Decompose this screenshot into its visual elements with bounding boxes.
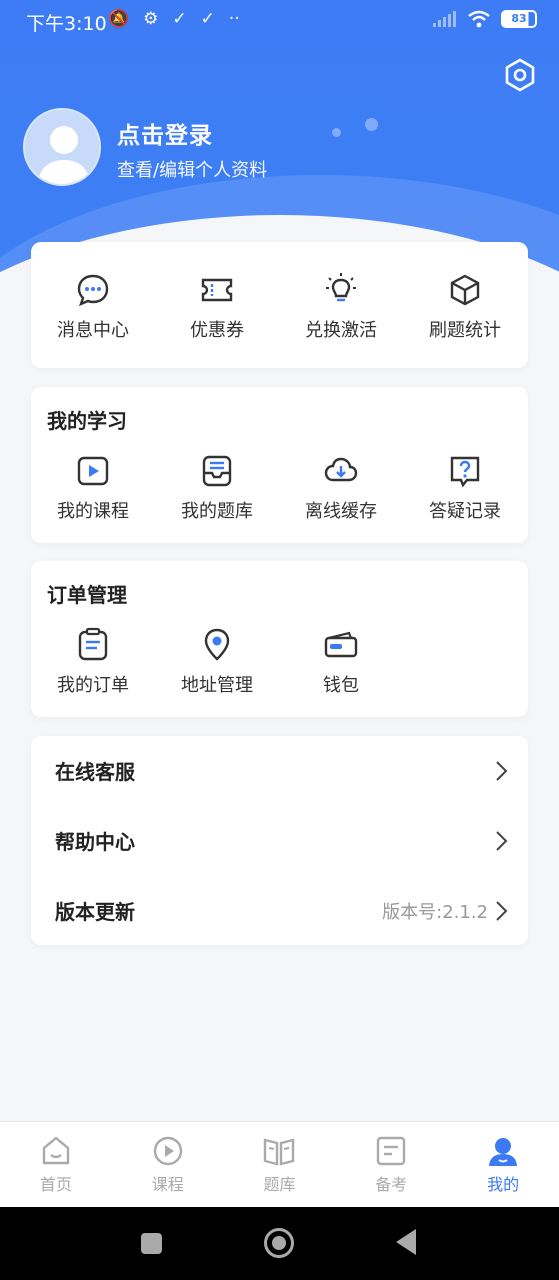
edit-profile-link[interactable]: 查看/编辑个人资料 (117, 156, 267, 182)
bottom-tab-bar: 首页 课程 题库 备考 我的 (0, 1121, 559, 1207)
status-time: 下午3:10 (26, 13, 107, 35)
study-item-label: 离线缓存 (305, 501, 377, 522)
orders-card: 订单管理 我的订单 地址管理 钱包 (31, 561, 528, 717)
signal-icon (433, 11, 456, 27)
tab-label: 课程 (151, 1175, 184, 1194)
gear-small-icon: ⚙ (143, 9, 159, 29)
orders-my-orders[interactable]: 我的订单 (31, 627, 155, 697)
order-item-label: 地址管理 (181, 675, 253, 696)
section-title: 订单管理 (47, 583, 127, 607)
orders-grid: 我的订单 地址管理 钱包 (31, 627, 528, 697)
quick-action-coupons[interactable]: 优惠券 (155, 272, 279, 342)
tab-question-bank[interactable]: 题库 (224, 1122, 336, 1207)
menu-list-card: 在线客服 帮助中心 版本更新 版本号:2.1.2 (31, 736, 528, 945)
menu-row-label: 版本更新 (55, 900, 135, 924)
study-item-label: 答疑记录 (429, 501, 501, 522)
quick-action-redeem[interactable]: 兑换激活 (279, 272, 403, 342)
study-item-label: 我的课程 (57, 501, 129, 522)
login-title[interactable]: 点击登录 (117, 116, 213, 150)
home-icon (42, 1136, 70, 1165)
lightbulb-icon (326, 273, 356, 302)
orders-address-management[interactable]: 地址管理 (155, 627, 279, 697)
cube-icon (450, 274, 480, 306)
decoration-dot (365, 118, 378, 131)
play-icon (77, 456, 109, 486)
avatar[interactable] (23, 108, 101, 186)
location-icon (204, 628, 230, 661)
order-item-label: 钱包 (323, 675, 359, 696)
cloud-download-icon (324, 457, 358, 482)
tab-mine[interactable]: 我的 (447, 1122, 559, 1207)
study-my-courses[interactable]: 我的课程 (31, 453, 155, 523)
wallet-icon (324, 631, 358, 658)
orders-wallet[interactable]: 钱包 (279, 627, 403, 697)
question-icon (450, 456, 480, 488)
clipboard-icon (78, 627, 108, 661)
play-circle-icon (153, 1136, 182, 1166)
status-right-icons: 83 (433, 10, 537, 28)
wifi-icon (468, 10, 490, 28)
note-icon (377, 1136, 406, 1166)
study-my-question-bank[interactable]: 我的题库 (155, 453, 279, 523)
inbox-icon (202, 455, 232, 487)
user-icon (489, 1138, 518, 1166)
status-bar: 下午3:10 🔕 ⚙ ✓ ✓ ·· 83 (0, 0, 559, 42)
check-icon: ✓ (200, 9, 215, 29)
quick-actions-grid: 消息中心 优惠券 兑换激活 刷题统计 (31, 272, 528, 342)
order-item-label: 我的订单 (57, 675, 129, 696)
tab-exam-prep[interactable]: 备考 (335, 1122, 447, 1207)
recent-apps-button[interactable] (141, 1233, 162, 1254)
menu-row-online-service[interactable]: 在线客服 (31, 736, 528, 806)
battery-icon: 83 (501, 10, 537, 28)
menu-row-label: 在线客服 (55, 760, 135, 784)
tab-label: 备考 (375, 1175, 408, 1194)
mute-icon: 🔕 (108, 9, 130, 29)
check-icon: ✓ (172, 9, 187, 29)
quick-action-label: 刷题统计 (429, 320, 501, 341)
chevron-right-icon (496, 901, 508, 921)
home-button[interactable] (264, 1228, 294, 1258)
tab-label: 我的 (487, 1175, 520, 1194)
chevron-right-icon (496, 761, 508, 781)
quick-action-label: 消息中心 (57, 320, 129, 341)
tab-home[interactable]: 首页 (0, 1122, 112, 1207)
tab-courses[interactable]: 课程 (112, 1122, 224, 1207)
quick-actions-card: 消息中心 优惠券 兑换激活 刷题统计 (31, 242, 528, 368)
study-qa-records[interactable]: 答疑记录 (403, 453, 527, 523)
section-title: 我的学习 (47, 409, 127, 433)
tab-label: 题库 (263, 1175, 296, 1194)
back-button[interactable] (396, 1229, 416, 1255)
my-study-grid: 我的课程 我的题库 离线缓存 答疑记录 (31, 453, 528, 523)
more-dots-icon: ·· (228, 9, 240, 29)
menu-row-help-center[interactable]: 帮助中心 (31, 806, 528, 876)
chevron-right-icon (496, 831, 508, 851)
message-icon (77, 274, 109, 307)
study-item-label: 我的题库 (181, 501, 253, 522)
decoration-dot (332, 128, 341, 137)
tab-label: 首页 (39, 1175, 72, 1194)
menu-row-label: 帮助中心 (55, 830, 135, 854)
quick-action-stats[interactable]: 刷题统计 (403, 272, 527, 342)
version-number: 版本号:2.1.2 (382, 902, 488, 923)
quick-action-label: 兑换激活 (305, 320, 377, 341)
quick-action-label: 优惠券 (190, 320, 244, 341)
book-icon (264, 1138, 295, 1166)
study-offline-cache[interactable]: 离线缓存 (279, 453, 403, 523)
coupon-icon (201, 278, 233, 302)
menu-row-version-update[interactable]: 版本更新 版本号:2.1.2 (31, 876, 528, 946)
quick-action-messages[interactable]: 消息中心 (31, 272, 155, 342)
my-study-card: 我的学习 我的课程 我的题库 离线缓存 答疑记录 (31, 387, 528, 543)
status-notification-icons: 🔕 ⚙ ✓ ✓ ·· (108, 9, 240, 29)
settings-hexagon-icon[interactable] (503, 58, 537, 92)
